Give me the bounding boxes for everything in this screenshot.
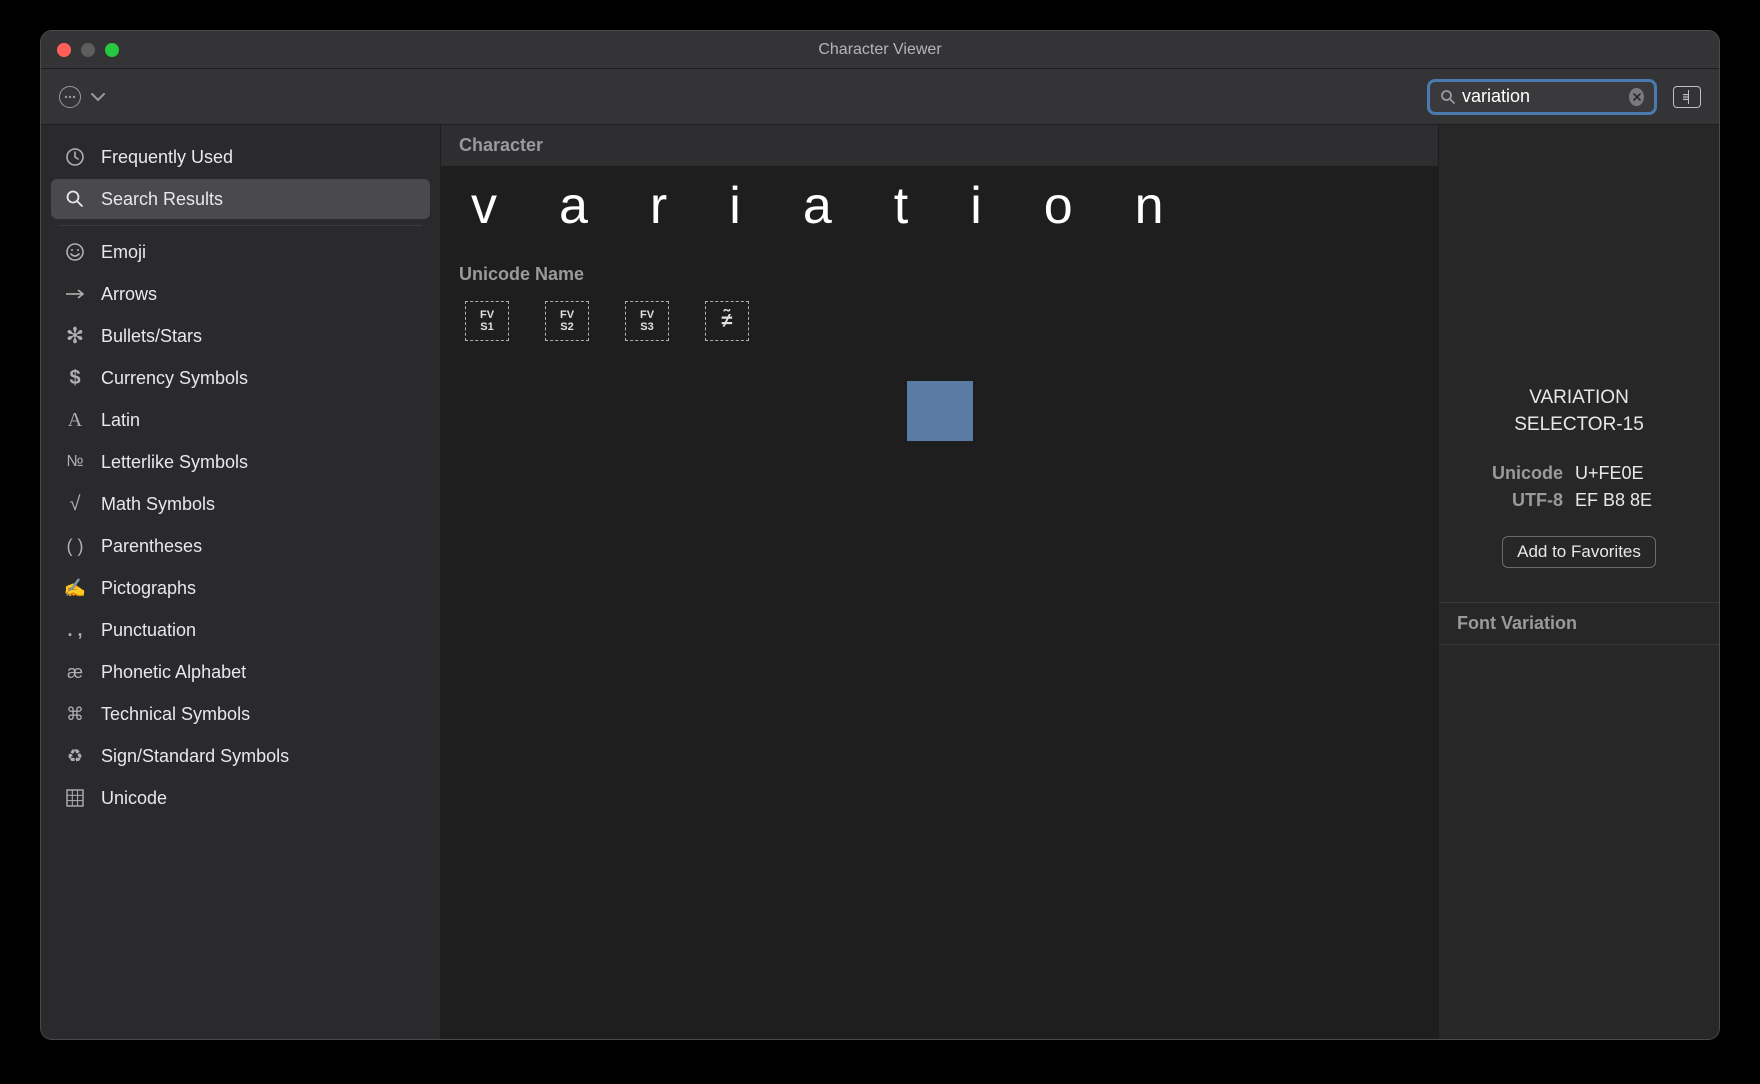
latin-a-icon: A (63, 408, 87, 432)
sidebar-item-search-results[interactable]: Search Results (51, 179, 430, 219)
sidebar-item-unicode[interactable]: Unicode (51, 778, 430, 818)
add-to-favorites-button[interactable]: Add to Favorites (1502, 536, 1656, 568)
traffic-lights (41, 43, 119, 57)
write-icon: ✍ (63, 576, 87, 600)
dollar-icon: $ (63, 366, 87, 390)
sidebar-item-pictographs[interactable]: ✍ Pictographs (51, 568, 430, 608)
sidebar-item-label: Technical Symbols (101, 704, 250, 725)
unicode-value: U+FE0E (1575, 463, 1685, 484)
grid-icon (63, 786, 87, 810)
main-panel: Character v a r i a t i o n Unicode Name… (441, 125, 1439, 1039)
window-body: Frequently Used Search Results Emoji Ar (41, 125, 1719, 1039)
search-field[interactable] (1427, 79, 1657, 115)
ae-icon: æ (63, 660, 87, 684)
sidebar-item-label: Phonetic Alphabet (101, 662, 246, 683)
sidebar-item-label: Frequently Used (101, 147, 233, 168)
sidebar-item-label: Arrows (101, 284, 157, 305)
titlebar: Character Viewer (41, 31, 1719, 69)
query-char[interactable]: n (1135, 176, 1196, 236)
utf8-label: UTF-8 (1473, 490, 1563, 511)
character-name: VARIATION SELECTOR-15 (1439, 385, 1719, 460)
zoom-button[interactable] (105, 43, 119, 57)
punct-icon: . , (63, 618, 87, 642)
sidebar-item-arrows[interactable]: Arrows (51, 274, 430, 314)
sidebar-item-math[interactable]: √ Math Symbols (51, 484, 430, 524)
command-icon: ⌘ (63, 702, 87, 726)
toolbar (41, 69, 1719, 125)
sidebar-item-label: Math Symbols (101, 494, 215, 515)
sidebar-divider (59, 225, 422, 226)
result-glyph[interactable]: ≠̃ (705, 301, 749, 341)
sidebar-item-label: Parentheses (101, 536, 202, 557)
sidebar-item-label: Latin (101, 410, 140, 431)
search-icon (1440, 89, 1456, 105)
sidebar-item-currency[interactable]: $ Currency Symbols (51, 358, 430, 398)
expand-button[interactable] (1673, 86, 1701, 108)
sidebar: Frequently Used Search Results Emoji Ar (41, 125, 441, 1039)
sidebar-item-emoji[interactable]: Emoji (51, 232, 430, 272)
sqrt-icon: √ (63, 492, 87, 516)
search-input[interactable] (1462, 86, 1629, 107)
numero-icon: № (63, 450, 87, 474)
result-glyph[interactable]: FV S2 (545, 301, 589, 341)
toolbar-left (59, 86, 105, 108)
character-viewer-window: Character Viewer (40, 30, 1720, 1040)
selected-character-highlight (907, 381, 973, 441)
more-options-icon[interactable] (59, 86, 81, 108)
query-char[interactable]: i (970, 176, 1014, 236)
sidebar-item-phonetic[interactable]: æ Phonetic Alphabet (51, 652, 430, 692)
arrow-icon (63, 282, 87, 306)
recycle-icon: ♻ (63, 744, 87, 768)
sidebar-item-label: Punctuation (101, 620, 196, 641)
emoji-icon (63, 240, 87, 264)
window-title: Character Viewer (41, 41, 1719, 59)
clock-icon (63, 145, 87, 169)
sidebar-item-label: Pictographs (101, 578, 196, 599)
chevron-down-icon[interactable] (91, 89, 105, 105)
query-char[interactable]: a (803, 176, 864, 236)
sidebar-item-punctuation[interactable]: . , Punctuation (51, 610, 430, 650)
sidebar-item-latin[interactable]: A Latin (51, 400, 430, 440)
sidebar-item-label: Search Results (101, 189, 223, 210)
result-glyph[interactable]: FV S1 (465, 301, 509, 341)
query-char[interactable]: r (650, 176, 699, 236)
sidebar-item-label: Emoji (101, 242, 146, 263)
sidebar-item-frequently-used[interactable]: Frequently Used (51, 137, 430, 177)
asterisk-icon: ✻ (63, 324, 87, 348)
query-char[interactable]: i (729, 176, 773, 236)
sidebar-item-technical[interactable]: ⌘ Technical Symbols (51, 694, 430, 734)
close-button[interactable] (57, 43, 71, 57)
query-char[interactable]: o (1044, 176, 1105, 236)
unicode-codepoint-row: Unicode U+FE0E (1439, 460, 1719, 487)
sidebar-item-label: Currency Symbols (101, 368, 248, 389)
sidebar-item-label: Sign/Standard Symbols (101, 746, 289, 767)
font-variation-header: Font Variation (1439, 602, 1719, 645)
sidebar-item-letterlike[interactable]: № Letterlike Symbols (51, 442, 430, 482)
clear-search-button[interactable] (1629, 88, 1644, 106)
query-char[interactable]: v (471, 176, 529, 236)
minimize-button[interactable] (81, 43, 95, 57)
detail-panel: VARIATION SELECTOR-15 Unicode U+FE0E UTF… (1439, 125, 1719, 1039)
parens-icon: ( ) (63, 534, 87, 558)
utf8-value: EF B8 8E (1575, 490, 1685, 511)
sidebar-item-bullets-stars[interactable]: ✻ Bullets/Stars (51, 316, 430, 356)
unicode-label: Unicode (1473, 463, 1563, 484)
character-section-header: Character (441, 125, 1438, 166)
query-char[interactable]: a (559, 176, 620, 236)
sidebar-item-label: Bullets/Stars (101, 326, 202, 347)
sidebar-item-sign-standard[interactable]: ♻ Sign/Standard Symbols (51, 736, 430, 776)
result-glyph[interactable]: FV S3 (625, 301, 669, 341)
search-icon (63, 187, 87, 211)
utf8-row: UTF-8 EF B8 8E (1439, 487, 1719, 514)
sidebar-item-parentheses[interactable]: ( ) Parentheses (51, 526, 430, 566)
query-character-row: v a r i a t i o n (441, 166, 1438, 256)
sidebar-item-label: Unicode (101, 788, 167, 809)
sidebar-item-label: Letterlike Symbols (101, 452, 248, 473)
result-glyph-row: FV S1 FV S2 FV S3 ≠̃ (441, 301, 1438, 341)
query-char[interactable]: t (894, 176, 940, 236)
unicode-name-header: Unicode Name (441, 256, 1438, 301)
